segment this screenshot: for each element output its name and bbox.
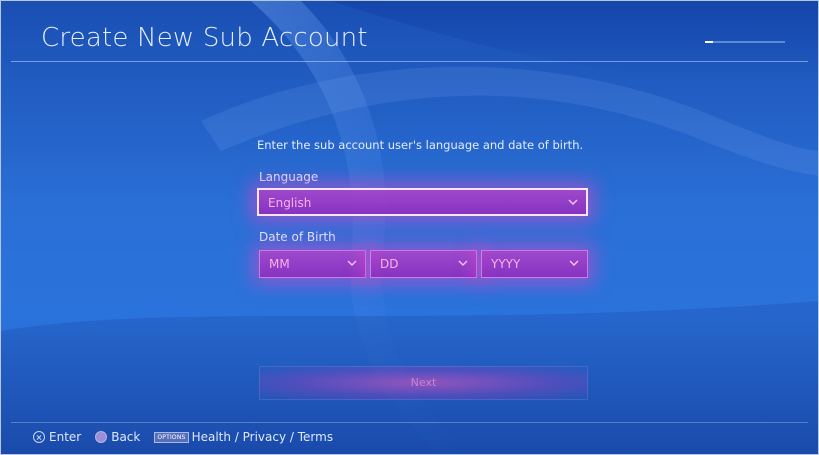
page-title: Create New Sub Account xyxy=(41,23,368,53)
next-button-label: Next xyxy=(410,376,437,389)
birth-day-placeholder: DD xyxy=(380,257,399,271)
setup-progress-bar xyxy=(705,41,785,43)
ps4-screen: Create New Sub Account Enter the sub acc… xyxy=(0,0,819,455)
terms-link-label: Health / Privacy / Terms xyxy=(191,430,334,444)
setup-progress-fill xyxy=(705,41,713,43)
date-of-birth-label: Date of Birth xyxy=(259,230,336,244)
birth-day-select[interactable]: DD xyxy=(370,250,477,278)
circle-button-icon xyxy=(95,431,108,443)
next-button[interactable]: Next xyxy=(259,366,588,400)
back-hint: Back xyxy=(95,430,140,444)
birth-month-placeholder: MM xyxy=(269,257,290,271)
enter-hint: Enter xyxy=(33,430,81,444)
button-guide: Enter Back OPTIONS Health / Privacy / Te… xyxy=(33,428,347,446)
options-button-icon: OPTIONS xyxy=(154,431,189,443)
form-prompt: Enter the sub account user's language an… xyxy=(257,138,584,152)
chevron-down-icon xyxy=(347,260,357,266)
terms-link[interactable]: OPTIONS Health / Privacy / Terms xyxy=(154,430,333,444)
chevron-down-icon xyxy=(569,260,579,266)
footer-divider xyxy=(11,422,808,423)
chevron-down-icon xyxy=(568,199,578,205)
language-value: English xyxy=(268,196,312,210)
language-select[interactable]: English xyxy=(257,188,588,216)
enter-hint-label: Enter xyxy=(49,430,82,444)
language-label: Language xyxy=(259,170,319,184)
birth-year-select[interactable]: YYYY xyxy=(481,250,588,278)
header-divider xyxy=(11,61,808,62)
birth-year-placeholder: YYYY xyxy=(491,257,521,271)
back-hint-label: Back xyxy=(111,430,141,444)
birth-month-select[interactable]: MM xyxy=(259,250,366,278)
chevron-down-icon xyxy=(458,260,468,266)
cross-button-icon xyxy=(33,431,45,443)
